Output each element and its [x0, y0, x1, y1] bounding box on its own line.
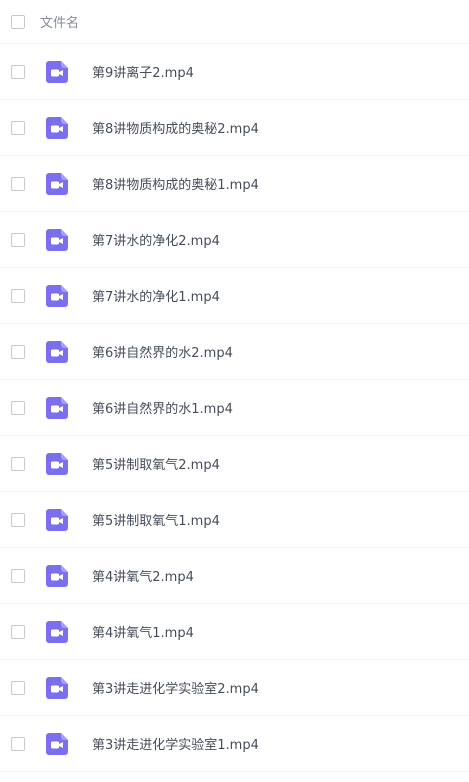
file-name[interactable]: 第3讲走进化学实验室2.mp4 [92, 678, 259, 697]
video-file-icon [46, 60, 68, 83]
file-row[interactable]: 第6讲自然界的水2.mp4 [0, 324, 469, 380]
file-row[interactable]: 第4讲氧气2.mp4 [0, 548, 469, 604]
file-list: 文件名 第9讲离子2.mp4 第8讲物质构成的奥秘2.mp4 第8讲物质构成的奥… [0, 0, 469, 772]
video-file-icon [46, 284, 68, 307]
file-checkbox[interactable] [11, 456, 25, 471]
filename-column-header: 文件名 [40, 16, 80, 31]
file-rows: 第9讲离子2.mp4 第8讲物质构成的奥秘2.mp4 第8讲物质构成的奥秘1.m… [0, 44, 469, 772]
file-checkbox[interactable] [11, 680, 25, 695]
file-list-header: 文件名 [0, 0, 469, 44]
file-row[interactable]: 第6讲自然界的水1.mp4 [0, 380, 469, 436]
video-file-icon [46, 564, 68, 587]
file-checkbox[interactable] [11, 568, 25, 583]
file-name[interactable]: 第6讲自然界的水2.mp4 [92, 342, 233, 361]
video-file-icon [46, 340, 68, 363]
file-checkbox[interactable] [11, 64, 25, 79]
file-name[interactable]: 第9讲离子2.mp4 [92, 62, 194, 81]
video-file-icon [46, 620, 68, 643]
file-row[interactable]: 第7讲水的净化1.mp4 [0, 268, 469, 324]
file-name[interactable]: 第5讲制取氧气1.mp4 [92, 510, 220, 529]
file-name[interactable]: 第7讲水的净化2.mp4 [92, 230, 220, 249]
video-file-icon [46, 396, 68, 419]
file-row[interactable]: 第4讲氧气1.mp4 [0, 604, 469, 660]
file-name[interactable]: 第5讲制取氧气2.mp4 [92, 454, 220, 473]
file-row[interactable]: 第7讲水的净化2.mp4 [0, 212, 469, 268]
video-file-icon [46, 508, 68, 531]
video-file-icon [46, 676, 68, 699]
file-checkbox[interactable] [11, 512, 25, 527]
file-row[interactable]: 第3讲走进化学实验室1.mp4 [0, 716, 469, 772]
file-name[interactable]: 第8讲物质构成的奥秘2.mp4 [92, 118, 259, 137]
file-name[interactable]: 第3讲走进化学实验室1.mp4 [92, 734, 259, 753]
video-file-icon [46, 172, 68, 195]
file-row[interactable]: 第8讲物质构成的奥秘1.mp4 [0, 156, 469, 212]
video-file-icon [46, 732, 68, 755]
file-name[interactable]: 第8讲物质构成的奥秘1.mp4 [92, 174, 259, 193]
video-file-icon [46, 116, 68, 139]
file-checkbox[interactable] [11, 232, 25, 247]
file-row[interactable]: 第5讲制取氧气1.mp4 [0, 492, 469, 548]
file-name[interactable]: 第4讲氧气1.mp4 [92, 622, 194, 641]
file-checkbox[interactable] [11, 288, 25, 303]
file-checkbox[interactable] [11, 736, 25, 751]
file-checkbox[interactable] [11, 120, 25, 135]
select-all-checkbox[interactable] [11, 14, 25, 29]
file-row[interactable]: 第9讲离子2.mp4 [0, 44, 469, 100]
file-row[interactable]: 第5讲制取氧气2.mp4 [0, 436, 469, 492]
file-checkbox[interactable] [11, 400, 25, 415]
file-row[interactable]: 第8讲物质构成的奥秘2.mp4 [0, 100, 469, 156]
file-row[interactable]: 第3讲走进化学实验室2.mp4 [0, 660, 469, 716]
file-checkbox[interactable] [11, 176, 25, 191]
file-name[interactable]: 第7讲水的净化1.mp4 [92, 286, 220, 305]
file-checkbox[interactable] [11, 344, 25, 359]
video-file-icon [46, 452, 68, 475]
video-file-icon [46, 228, 68, 251]
file-name[interactable]: 第4讲氧气2.mp4 [92, 566, 194, 585]
file-checkbox[interactable] [11, 624, 25, 639]
file-name[interactable]: 第6讲自然界的水1.mp4 [92, 398, 233, 417]
